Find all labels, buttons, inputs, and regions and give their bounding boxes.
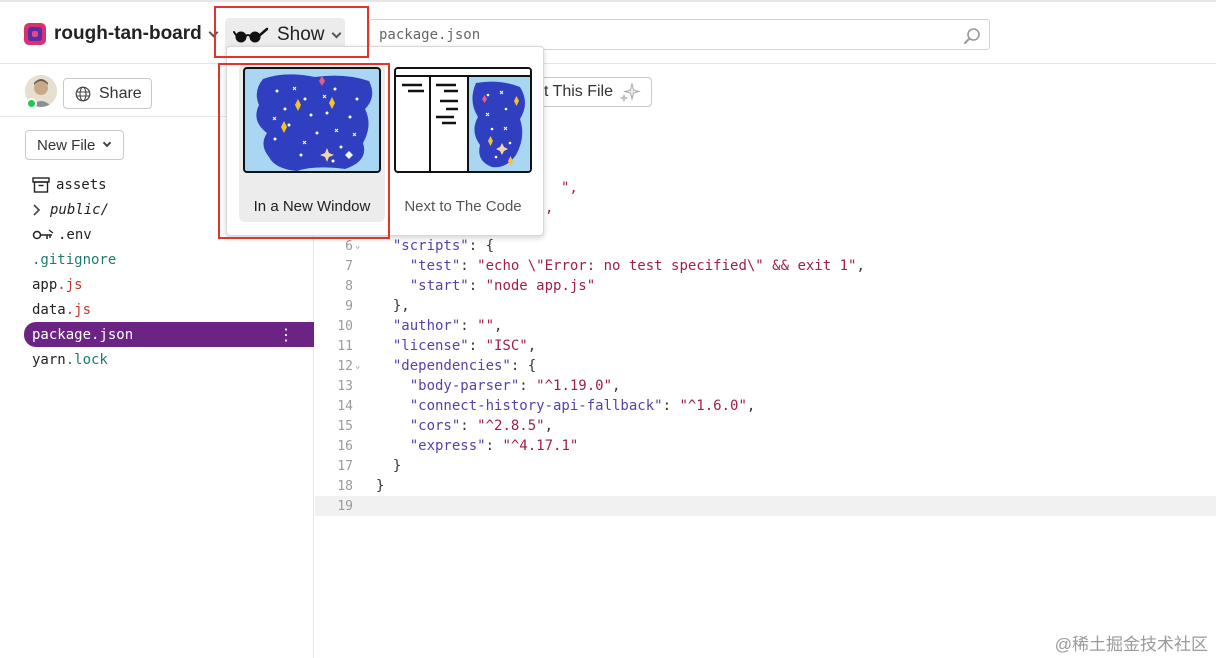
line-number: 10 — [337, 318, 353, 334]
line-number: 14 — [337, 398, 353, 414]
file-name: .gitignore — [32, 251, 117, 268]
chevron-right-icon — [32, 203, 44, 216]
watermark: @稀土掘金技术社区 — [1054, 635, 1208, 654]
code-line[interactable]: 8 "start": "node app.js" — [315, 276, 1216, 296]
code-text: "body-parser": "^1.19.0", — [409, 378, 621, 394]
project-menu[interactable]: rough-tan-board — [24, 23, 219, 45]
line-number: 13 — [337, 378, 353, 394]
file-item-gitignore[interactable]: .gitignore — [24, 247, 314, 272]
chevron-down-icon — [331, 28, 341, 38]
code-text: } — [376, 458, 402, 474]
code-line[interactable]: 16 "express": "^4.17.1" — [315, 436, 1216, 456]
new-file-button[interactable]: New File — [25, 130, 124, 160]
line-number: 18 — [337, 478, 353, 494]
code-line[interactable]: 19 — [315, 496, 1216, 516]
code-text: "dependencies": { — [392, 358, 537, 374]
more-options-icon[interactable]: ⋮ — [278, 325, 294, 344]
line-number: 19 — [337, 498, 353, 514]
code-text: "test": "echo \"Error: no test specified… — [409, 258, 865, 274]
share-label: Share — [99, 84, 142, 102]
code-text: "connect-history-api-fallback": "^1.6.0"… — [409, 398, 756, 414]
line-number: 7 — [345, 258, 353, 274]
file-name: package.json — [32, 326, 134, 343]
file-name: .env — [58, 226, 92, 243]
option-label: In a New Window — [253, 198, 371, 215]
file-name: public/ — [50, 201, 110, 218]
code-line[interactable]: 9 }, — [315, 296, 1216, 316]
code-line[interactable]: 7 "test": "echo \"Error: no test specifi… — [315, 256, 1216, 276]
file-item-package-json[interactable]: package.json ⋮ — [24, 322, 314, 347]
file-item-app-js[interactable]: app .js — [24, 272, 314, 297]
code-line[interactable]: 13 "body-parser": "^1.19.0", — [315, 376, 1216, 396]
code-line[interactable]: 14 "connect-history-api-fallback": "^1.6… — [315, 396, 1216, 416]
code-line[interactable]: 6 ⌄ "scripts": { — [315, 236, 1216, 256]
show-option-new-window[interactable]: In a New Window — [239, 64, 385, 222]
line-number: 12 — [337, 358, 353, 374]
show-label: Show — [277, 24, 325, 45]
file-name: yarn — [32, 351, 66, 368]
file-extension: .js — [65, 301, 92, 318]
file-item-yarn-lock[interactable]: yarn .lock — [24, 347, 314, 372]
key-icon — [32, 228, 56, 242]
fold-chevron-icon[interactable]: ⌄ — [353, 361, 367, 371]
remix-label: t This File — [543, 83, 613, 100]
sparkle-icon — [619, 82, 641, 103]
code-text: "cors": "^2.8.5", — [409, 418, 554, 434]
share-button[interactable]: Share — [63, 78, 152, 109]
file-name: assets — [56, 176, 107, 193]
line-number: 15 — [337, 418, 353, 434]
code-text: "express": "^4.17.1" — [409, 438, 579, 454]
new-file-label: New File — [37, 136, 96, 154]
fold-chevron-icon[interactable]: ⌄ — [353, 241, 367, 251]
new-window-preview-icon — [243, 67, 381, 173]
next-to-code-preview-icon — [394, 67, 532, 173]
show-dropdown-menu: In a New Window Next to The Code — [226, 46, 544, 236]
code-line[interactable]: 15 "cors": "^2.8.5", — [315, 416, 1216, 436]
globe-icon — [75, 86, 91, 101]
line-number: 8 — [345, 278, 353, 294]
code-text: ", — [561, 180, 578, 196]
file-extension: .js — [57, 276, 83, 293]
project-name: rough-tan-board — [54, 23, 202, 44]
code-text: } — [376, 478, 385, 494]
code-line[interactable]: 17 } — [315, 456, 1216, 476]
code-text: "author": "", — [392, 318, 503, 334]
code-text: "scripts": { — [392, 238, 495, 254]
file-extension: .lock — [65, 351, 108, 368]
project-logo-icon — [24, 23, 46, 45]
code-text: "license": "ISC", — [392, 338, 537, 354]
code-text: }, — [376, 298, 410, 314]
line-number: 9 — [345, 298, 353, 314]
code-line[interactable]: 18} — [315, 476, 1216, 496]
file-item-data-js[interactable]: data .js — [24, 297, 314, 322]
code-line[interactable]: 10 "author": "", — [315, 316, 1216, 336]
show-option-next-to-code[interactable]: Next to The Code — [390, 64, 536, 222]
archive-icon — [32, 176, 50, 193]
code-line[interactable]: 11 "license": "ISC", — [315, 336, 1216, 356]
search-input[interactable] — [370, 20, 930, 49]
file-name: app — [32, 276, 58, 293]
option-label: Next to The Code — [404, 198, 522, 215]
top-bar: rough-tan-board Show — [0, 0, 1216, 64]
file-name: data — [32, 301, 66, 318]
code-line[interactable]: 12 ⌄ "dependencies": { — [315, 356, 1216, 376]
search-icon[interactable] — [963, 27, 981, 45]
line-number: 11 — [337, 338, 353, 354]
chevron-down-icon — [208, 27, 219, 37]
line-number: 16 — [337, 438, 353, 454]
online-status-dot — [26, 98, 37, 109]
line-number: 17 — [337, 458, 353, 474]
line-number: 6 — [345, 238, 353, 254]
glasses-icon — [233, 27, 269, 43]
chevron-down-icon — [103, 138, 112, 148]
code-text: "start": "node app.js" — [409, 278, 596, 294]
